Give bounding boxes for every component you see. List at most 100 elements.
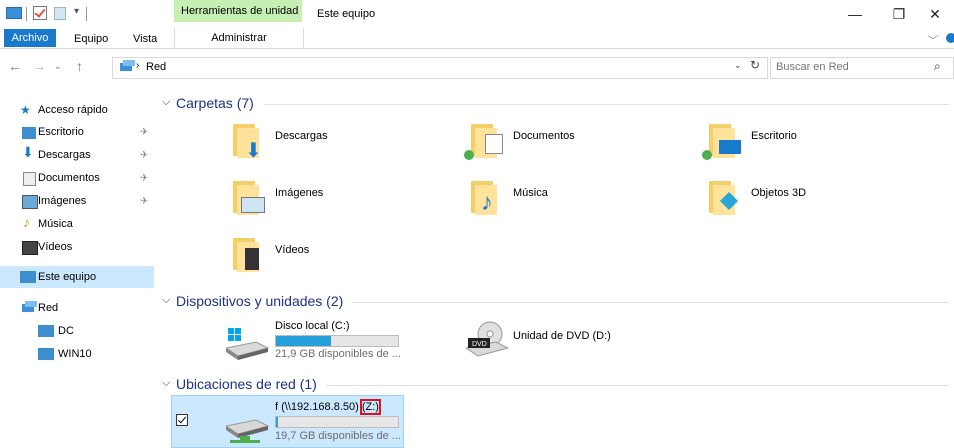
back-arrow-icon[interactable]: ←: [8, 58, 22, 74]
sidebar-item-videos[interactable]: Vídeos: [38, 237, 72, 257]
music-icon: ♪: [23, 214, 30, 230]
document-icon: [485, 134, 503, 154]
download-icon: ⬇: [245, 140, 262, 162]
desktop-icon: [719, 140, 741, 154]
network-icon: [22, 301, 37, 312]
folder-objetos-3d[interactable]: Objetos 3D: [751, 187, 806, 199]
sidebar-item-imagenes[interactable]: Imágenes: [38, 191, 86, 211]
desktop-icon: [22, 127, 36, 139]
selection-checkbox[interactable]: [176, 414, 188, 426]
properties-checkbox-icon[interactable]: [33, 6, 47, 20]
close-button[interactable]: ✕: [912, 4, 954, 24]
usage-fill: [276, 336, 331, 346]
drive-letter: (Z:): [359, 399, 381, 415]
computer-icon: [38, 325, 54, 337]
tab-administrar[interactable]: Administrar: [174, 28, 304, 48]
chevron-down-icon[interactable]: ﹀: [928, 32, 938, 47]
forward-arrow-icon[interactable]: →: [32, 58, 46, 74]
title-bar: [0, 0, 954, 28]
folder-icon: [709, 124, 741, 158]
divider: [264, 104, 949, 105]
computer-icon: [20, 271, 36, 283]
download-icon: ⬇: [22, 144, 34, 160]
context-tab-label: Herramientas de unidad: [181, 5, 299, 17]
network-drive-free-space: 19,7 GB disponibles de ...: [275, 430, 401, 442]
pin-icon[interactable]: ✈: [140, 150, 148, 161]
pin-icon[interactable]: ✈: [140, 127, 148, 138]
sidebar-item-musica[interactable]: Música: [38, 214, 73, 234]
sidebar-quick-access[interactable]: Acceso rápido: [38, 100, 108, 120]
drive-c-name[interactable]: Disco local (C:): [275, 320, 350, 332]
chevron-down-icon[interactable]: ⌵: [162, 294, 170, 307]
sync-icon: [702, 150, 712, 160]
sidebar-item-descargas[interactable]: Descargas: [38, 145, 91, 165]
star-icon: ★: [20, 103, 31, 117]
quick-access-dropdown-icon[interactable]: ▾: [74, 6, 79, 17]
group-header-ubicaciones[interactable]: Ubicaciones de red (1): [176, 376, 317, 392]
folder-icon: [471, 124, 503, 158]
search-input[interactable]: [776, 61, 926, 73]
refresh-icon[interactable]: ↻: [750, 58, 760, 72]
computer-icon: [38, 348, 54, 360]
image-icon: [241, 197, 265, 213]
sidebar-item-red[interactable]: Red: [38, 298, 58, 318]
tab-equipo[interactable]: Equipo: [74, 33, 108, 45]
network-drive-label: f (\\192.168.8.50): [275, 401, 359, 413]
address-bar[interactable]: [112, 57, 768, 79]
usage-fill: [276, 417, 279, 427]
pin-icon[interactable]: ✈: [140, 196, 148, 207]
breadcrumb-arrow-icon[interactable]: ›: [136, 60, 139, 71]
network-drive-usage-bar: [275, 416, 399, 428]
folder-icon: [709, 181, 739, 215]
separator: [26, 7, 27, 21]
sidebar-item-escritorio[interactable]: Escritorio: [38, 122, 84, 142]
hard-drive-icon: [226, 328, 270, 360]
pin-icon[interactable]: ✈: [140, 173, 148, 184]
network-icon: [120, 60, 135, 71]
divider: [352, 302, 949, 303]
computer-icon[interactable]: [6, 7, 22, 19]
recent-locations-icon[interactable]: ⌄: [54, 61, 62, 72]
folder-escritorio[interactable]: Escritorio: [751, 130, 797, 142]
sidebar-item-win10[interactable]: WIN10: [58, 344, 92, 364]
search-icon[interactable]: ⌕: [934, 59, 941, 74]
breadcrumb[interactable]: Red: [146, 61, 166, 73]
tab-archivo[interactable]: Archivo: [4, 29, 56, 47]
folder-icon: [233, 238, 259, 272]
network-drive-name[interactable]: f (\\192.168.8.50) (Z:): [275, 399, 381, 415]
folder-descargas[interactable]: Descargas: [275, 130, 328, 142]
dvd-drive-icon: DVD: [466, 321, 510, 357]
video-icon: [22, 241, 38, 255]
group-header-dispositivos[interactable]: Dispositivos y unidades (2): [176, 293, 343, 309]
chevron-down-icon[interactable]: ⌵: [162, 377, 170, 390]
divider: [326, 385, 949, 386]
music-icon: ♪: [481, 189, 493, 216]
drive-c-usage-bar: [275, 335, 399, 347]
tab-vista[interactable]: Vista: [133, 33, 157, 45]
network-drive-icon: [226, 419, 270, 443]
folder-videos[interactable]: Vídeos: [275, 244, 309, 256]
sync-icon: [464, 150, 474, 160]
image-icon: [22, 195, 38, 209]
sidebar-item-documentos[interactable]: Documentos: [38, 168, 100, 188]
film-icon: [245, 248, 259, 270]
svg-text:DVD: DVD: [472, 341, 487, 348]
sidebar-item-este-equipo[interactable]: Este equipo: [38, 267, 96, 287]
minimize-button[interactable]: —: [832, 4, 878, 24]
window-title: Este equipo: [317, 8, 376, 20]
folder-documentos[interactable]: Documentos: [513, 130, 575, 142]
group-header-carpetas[interactable]: Carpetas (7): [176, 95, 254, 111]
context-tab-header: Herramientas de unidad: [174, 0, 302, 22]
sidebar-item-dc[interactable]: DC: [58, 321, 74, 341]
address-dropdown-icon[interactable]: ⌄: [734, 60, 742, 71]
folder-musica[interactable]: Música: [513, 187, 548, 199]
help-icon[interactable]: [946, 33, 954, 43]
document-icon: [23, 172, 36, 186]
folder-imagenes[interactable]: Imágenes: [275, 187, 323, 199]
new-folder-icon[interactable]: [54, 7, 66, 20]
folder-icon: [233, 181, 265, 215]
drive-d-name[interactable]: Unidad de DVD (D:): [513, 330, 611, 342]
drive-c-free-space: 21,9 GB disponibles de ...: [275, 348, 401, 360]
chevron-down-icon[interactable]: ⌵: [162, 96, 170, 109]
up-arrow-icon[interactable]: ↑: [76, 58, 83, 74]
